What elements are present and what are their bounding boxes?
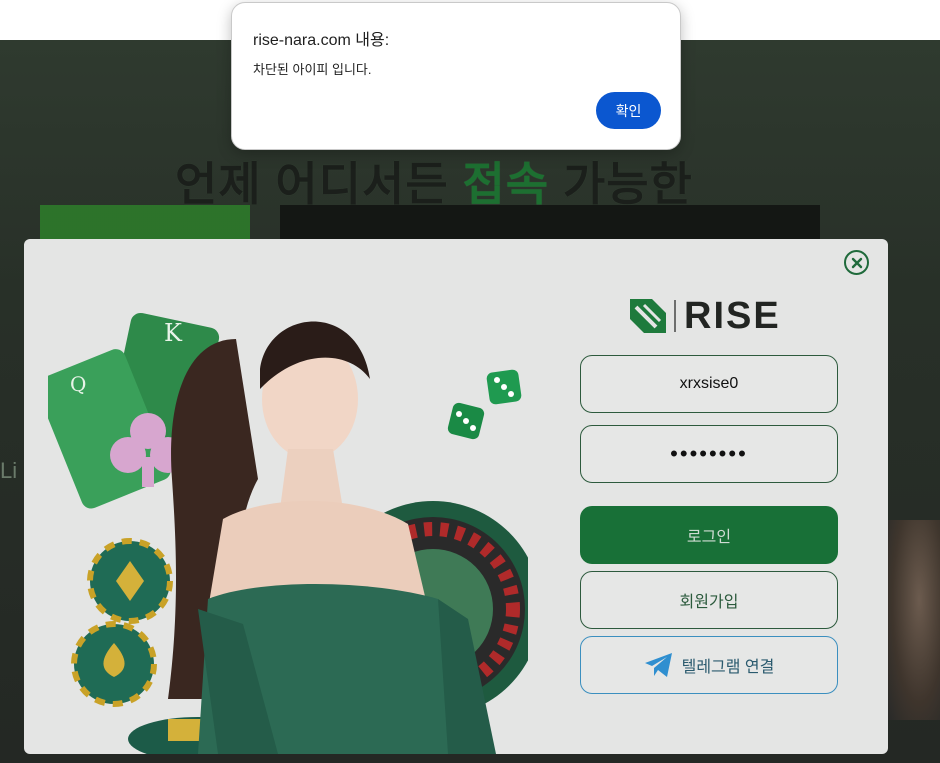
svg-text:Q: Q	[70, 372, 86, 396]
rise-logo-mark-icon	[630, 299, 666, 333]
password-input[interactable]	[591, 440, 827, 468]
casino-illustration: K Q	[48, 312, 528, 754]
logo-text: RISE	[684, 295, 781, 337]
rise-logo: RISE	[630, 295, 781, 337]
headline-accent: 접속	[462, 158, 550, 210]
close-icon[interactable]	[844, 250, 869, 275]
login-modal: K Q RISE xrxsise0 •••••••• 로그인 회원가입 텔레그램…	[24, 239, 888, 754]
headline-part2: 가능한	[549, 158, 693, 210]
username-field[interactable]	[580, 355, 838, 413]
telegram-plane-icon	[644, 653, 672, 677]
password-field[interactable]	[580, 425, 838, 483]
svg-text:K: K	[164, 319, 183, 347]
dice	[447, 369, 522, 440]
alert-message: 차단된 아이피 입니다.	[253, 62, 372, 77]
alert-ok-button[interactable]: 확인	[596, 92, 661, 129]
browser-alert-dialog: rise-nara.com 내용: 차단된 아이피 입니다. 확인	[231, 2, 681, 150]
login-button[interactable]: 로그인	[580, 506, 838, 564]
headline-part1: 언제 어디서든	[175, 158, 463, 210]
background-side-text: Li	[0, 458, 18, 483]
join-button[interactable]: 회원가입	[580, 571, 838, 629]
logo-divider	[674, 300, 676, 332]
telegram-connect-button[interactable]: 텔레그램 연결	[580, 636, 838, 694]
telegram-button-label: 텔레그램 연결	[681, 659, 775, 676]
login-button-label: 로그인	[686, 529, 732, 546]
page: 언제 어디서든 접속 가능한 Li K Q RISE xrxsise0 ••••…	[0, 0, 940, 763]
join-button-label: 회원가입	[679, 594, 739, 611]
background-photo	[888, 520, 940, 720]
alert-title: rise-nara.com 내용:	[253, 32, 390, 49]
username-input[interactable]	[591, 374, 827, 394]
